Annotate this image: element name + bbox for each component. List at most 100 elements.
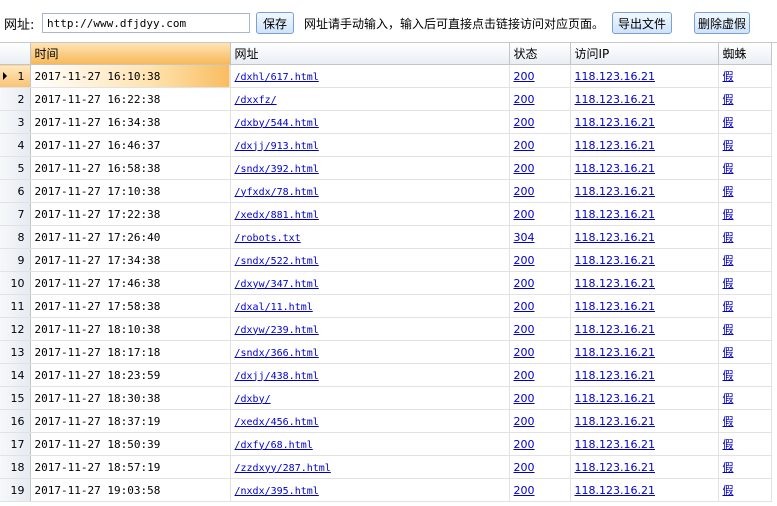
url-link[interactable]: /dxfy/68.html xyxy=(235,440,313,451)
status-link[interactable]: 200 xyxy=(514,116,535,129)
url-link[interactable]: /dxjj/438.html xyxy=(235,371,319,382)
column-header-spider[interactable]: 蜘蛛 xyxy=(718,43,772,65)
ip-link[interactable]: 118.123.16.21 xyxy=(575,300,655,313)
row-number[interactable]: 4 xyxy=(0,133,31,157)
status-link[interactable]: 200 xyxy=(514,300,535,313)
cell-time[interactable]: 2017-11-27 19:03:58 xyxy=(30,478,231,502)
cell-time[interactable]: 2017-11-27 18:17:18 xyxy=(30,340,231,364)
status-link[interactable]: 304 xyxy=(514,231,535,244)
ip-link[interactable]: 118.123.16.21 xyxy=(575,208,655,221)
row-number[interactable]: 2 xyxy=(0,87,31,111)
table-row[interactable]: 4 2017-11-27 16:46:37/dxjj/913.html 200 118… xyxy=(0,133,772,157)
cell-time[interactable]: 2017-11-27 18:30:38 xyxy=(30,386,231,410)
row-number[interactable]: 5 xyxy=(0,156,31,180)
spider-link[interactable]: 假 xyxy=(723,277,734,290)
url-link[interactable]: /dxyw/347.html xyxy=(235,279,319,290)
status-link[interactable]: 200 xyxy=(514,323,535,336)
column-header-ip[interactable]: 访问IP xyxy=(570,43,719,65)
row-number[interactable]: 14 xyxy=(0,363,31,387)
status-link[interactable]: 200 xyxy=(514,438,535,451)
table-row[interactable]: 17 2017-11-27 18:50:39/dxfy/68.html 200 118… xyxy=(0,432,772,456)
spider-link[interactable]: 假 xyxy=(723,208,734,221)
spider-link[interactable]: 假 xyxy=(723,139,734,152)
row-number[interactable]: 7 xyxy=(0,202,31,226)
ip-link[interactable]: 118.123.16.21 xyxy=(575,93,655,106)
row-number[interactable]: 17 xyxy=(0,432,31,456)
cell-time[interactable]: 2017-11-27 17:46:38 xyxy=(30,271,231,295)
ip-link[interactable]: 118.123.16.21 xyxy=(575,484,655,497)
spider-link[interactable]: 假 xyxy=(723,461,734,474)
ip-link[interactable]: 118.123.16.21 xyxy=(575,185,655,198)
table-row[interactable]: 5 2017-11-27 16:58:38/sndx/392.html 200 118… xyxy=(0,156,772,180)
column-header-time[interactable]: 时间 xyxy=(30,43,231,65)
status-link[interactable]: 200 xyxy=(514,484,535,497)
cell-time[interactable]: 2017-11-27 18:50:39 xyxy=(30,432,231,456)
table-row[interactable]: 7 2017-11-27 17:22:38/xedx/881.html 200 118… xyxy=(0,202,772,226)
table-row[interactable]: 3 2017-11-27 16:34:38/dxby/544.html 200 118… xyxy=(0,110,772,134)
spider-link[interactable]: 假 xyxy=(723,346,734,359)
ip-link[interactable]: 118.123.16.21 xyxy=(575,369,655,382)
ip-link[interactable]: 118.123.16.21 xyxy=(575,415,655,428)
spider-link[interactable]: 假 xyxy=(723,162,734,175)
cell-time[interactable]: 2017-11-27 17:10:38 xyxy=(30,179,231,203)
table-row[interactable]: 19 2017-11-27 19:03:58/nxdx/395.html 200 11… xyxy=(0,478,772,502)
url-link[interactable]: /sndx/366.html xyxy=(235,348,319,359)
url-link[interactable]: /nxdx/395.html xyxy=(235,486,319,497)
table-row[interactable]: 11 2017-11-27 17:58:38/dxal/11.html 200 118… xyxy=(0,294,772,318)
status-link[interactable]: 200 xyxy=(514,346,535,359)
cell-time[interactable]: 2017-11-27 18:10:38 xyxy=(30,317,231,341)
ip-link[interactable]: 118.123.16.21 xyxy=(575,231,655,244)
ip-link[interactable]: 118.123.16.21 xyxy=(575,346,655,359)
row-number[interactable]: 6 xyxy=(0,179,31,203)
ip-link[interactable]: 118.123.16.21 xyxy=(575,277,655,290)
row-number[interactable]: 11 xyxy=(0,294,31,318)
cell-time[interactable]: 2017-11-27 17:26:40 xyxy=(30,225,231,249)
status-link[interactable]: 200 xyxy=(514,415,535,428)
delete-fake-button[interactable]: 删除虚假 xyxy=(694,12,750,34)
url-link[interactable]: /dxhl/617.html xyxy=(235,72,319,83)
cell-time[interactable]: 2017-11-27 17:34:38 xyxy=(30,248,231,272)
ip-link[interactable]: 118.123.16.21 xyxy=(575,461,655,474)
table-row[interactable]: 1 2017-11-27 16:10:38/dxhl/617.html 200 118… xyxy=(0,64,772,88)
url-link[interactable]: /dxjj/913.html xyxy=(235,141,319,152)
row-number[interactable]: 15 xyxy=(0,386,31,410)
column-header-status[interactable]: 状态 xyxy=(509,43,571,65)
cell-time[interactable]: 2017-11-27 16:34:38 xyxy=(30,110,231,134)
row-number[interactable]: 8 xyxy=(0,225,31,249)
row-number[interactable]: 19 xyxy=(0,478,31,502)
url-link[interactable]: /robots.txt xyxy=(235,233,301,244)
ip-link[interactable]: 118.123.16.21 xyxy=(575,116,655,129)
row-number[interactable]: 9 xyxy=(0,248,31,272)
spider-link[interactable]: 假 xyxy=(723,300,734,313)
status-link[interactable]: 200 xyxy=(514,208,535,221)
table-row[interactable]: 2 2017-11-27 16:22:38/dxxfz/200 118.123.16… xyxy=(0,87,772,111)
ip-link[interactable]: 118.123.16.21 xyxy=(575,254,655,267)
cell-time[interactable]: 2017-11-27 18:57:19 xyxy=(30,455,231,479)
row-number[interactable]: 10 xyxy=(0,271,31,295)
table-row[interactable]: 15 2017-11-27 18:30:38/dxby/200 118.123.16… xyxy=(0,386,772,410)
row-number[interactable]: 18 xyxy=(0,455,31,479)
table-row[interactable]: 6 2017-11-27 17:10:38/yfxdx/78.html 200 118… xyxy=(0,179,772,203)
url-link[interactable]: /xedx/881.html xyxy=(235,210,319,221)
table-row[interactable]: 12 2017-11-27 18:10:38/dxyw/239.html 200 11… xyxy=(0,317,772,341)
status-link[interactable]: 200 xyxy=(514,277,535,290)
cell-time[interactable]: 2017-11-27 18:37:19 xyxy=(30,409,231,433)
row-number[interactable]: 3 xyxy=(0,110,31,134)
ip-link[interactable]: 118.123.16.21 xyxy=(575,70,655,83)
cell-time[interactable]: 2017-11-27 16:22:38 xyxy=(30,87,231,111)
spider-link[interactable]: 假 xyxy=(723,116,734,129)
cell-time[interactable]: 2017-11-27 17:58:38 xyxy=(30,294,231,318)
spider-link[interactable]: 假 xyxy=(723,323,734,336)
url-link[interactable]: /dxxfz/ xyxy=(235,95,277,106)
ip-link[interactable]: 118.123.16.21 xyxy=(575,323,655,336)
save-button[interactable]: 保存 xyxy=(256,12,294,34)
url-link[interactable]: /sndx/392.html xyxy=(235,164,319,175)
status-link[interactable]: 200 xyxy=(514,70,535,83)
url-input[interactable] xyxy=(42,13,250,33)
url-link[interactable]: /dxby/ xyxy=(235,394,271,405)
table-row[interactable]: 13 2017-11-27 18:17:18/sndx/366.html 200 11… xyxy=(0,340,772,364)
ip-link[interactable]: 118.123.16.21 xyxy=(575,139,655,152)
status-link[interactable]: 200 xyxy=(514,369,535,382)
export-file-button[interactable]: 导出文件 xyxy=(612,12,672,34)
url-link[interactable]: /yfxdx/78.html xyxy=(235,187,319,198)
